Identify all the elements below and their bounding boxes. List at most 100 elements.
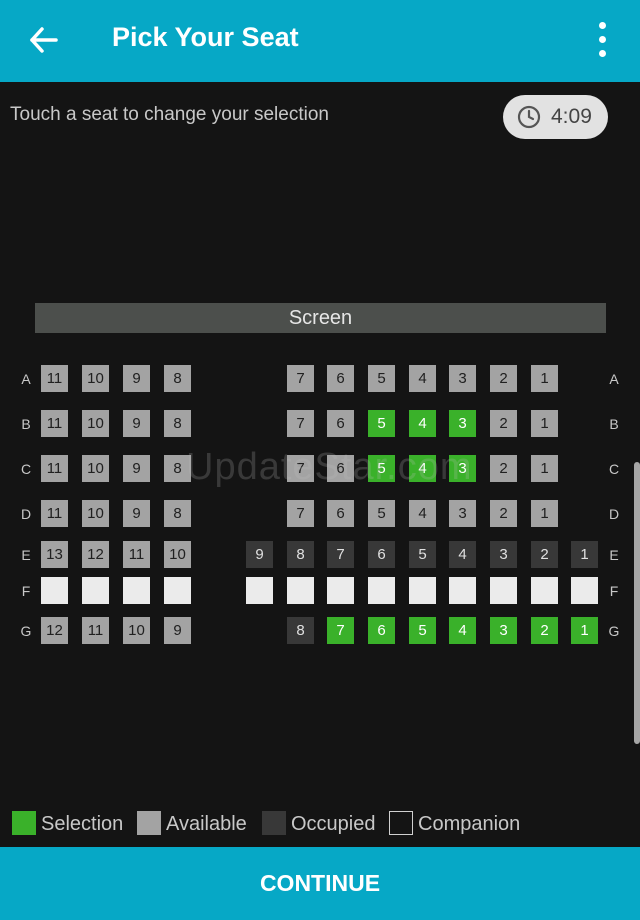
- seat-E-1[interactable]: 1: [571, 541, 598, 568]
- legend-swatch-occupied: [262, 811, 286, 835]
- seat-C-10[interactable]: 10: [82, 455, 109, 482]
- seat-C-11[interactable]: 11: [41, 455, 68, 482]
- seat-E-2[interactable]: 2: [531, 541, 558, 568]
- scrollbar[interactable]: [634, 462, 640, 744]
- seat-A-10[interactable]: 10: [82, 365, 109, 392]
- seat-F-r6[interactable]: [449, 577, 476, 604]
- seat-E-5[interactable]: 5: [409, 541, 436, 568]
- seat-F-r1[interactable]: [246, 577, 273, 604]
- seat-G-4[interactable]: 4: [449, 617, 476, 644]
- seat-D-7[interactable]: 7: [287, 500, 314, 527]
- seat-D-8[interactable]: 8: [164, 500, 191, 527]
- seat-A-8[interactable]: 8: [164, 365, 191, 392]
- seat-F-l4[interactable]: [164, 577, 191, 604]
- seat-A-9[interactable]: 9: [123, 365, 150, 392]
- seat-F-l1[interactable]: [41, 577, 68, 604]
- seat-G-6[interactable]: 6: [368, 617, 395, 644]
- cinema-screen: Screen: [35, 303, 606, 333]
- page-title: Pick Your Seat: [112, 22, 299, 52]
- seat-B-9[interactable]: 9: [123, 410, 150, 437]
- seat-E-9[interactable]: 9: [246, 541, 273, 568]
- seat-G-8[interactable]: 8: [287, 617, 314, 644]
- right-row-label-G: G: [608, 623, 620, 639]
- left-row-label-F: F: [21, 583, 31, 599]
- arrow-left-icon: [30, 27, 58, 53]
- seat-E-8[interactable]: 8: [287, 541, 314, 568]
- clock-icon: [517, 105, 541, 129]
- seat-E-3[interactable]: 3: [490, 541, 517, 568]
- seat-E-4[interactable]: 4: [449, 541, 476, 568]
- seat-C-2[interactable]: 2: [490, 455, 517, 482]
- seat-A-1[interactable]: 1: [531, 365, 558, 392]
- seat-A-2[interactable]: 2: [490, 365, 517, 392]
- seat-G-12[interactable]: 12: [41, 617, 68, 644]
- seat-F-l2[interactable]: [82, 577, 109, 604]
- instruction-text: Touch a seat to change your selection: [10, 104, 329, 125]
- seat-G-3[interactable]: 3: [490, 617, 517, 644]
- seat-D-5[interactable]: 5: [368, 500, 395, 527]
- seat-D-3[interactable]: 3: [449, 500, 476, 527]
- left-row-label-G: G: [20, 623, 32, 639]
- seat-D-1[interactable]: 1: [531, 500, 558, 527]
- seat-F-r4[interactable]: [368, 577, 395, 604]
- left-row-label-C: C: [20, 461, 32, 477]
- seat-F-r8[interactable]: [531, 577, 558, 604]
- seat-F-r7[interactable]: [490, 577, 517, 604]
- back-button[interactable]: [22, 20, 66, 60]
- seat-A-4[interactable]: 4: [409, 365, 436, 392]
- seat-G-2[interactable]: 2: [531, 617, 558, 644]
- seat-F-r2[interactable]: [287, 577, 314, 604]
- right-row-label-C: C: [608, 461, 620, 477]
- seat-G-5[interactable]: 5: [409, 617, 436, 644]
- right-row-label-E: E: [609, 547, 619, 563]
- left-row-label-A: A: [21, 371, 31, 387]
- seat-B-10[interactable]: 10: [82, 410, 109, 437]
- seat-B-3[interactable]: 3: [449, 410, 476, 437]
- seat-D-10[interactable]: 10: [82, 500, 109, 527]
- seat-E-12[interactable]: 12: [82, 541, 109, 568]
- seat-F-r5[interactable]: [409, 577, 436, 604]
- seat-B-1[interactable]: 1: [531, 410, 558, 437]
- seat-G-7[interactable]: 7: [327, 617, 354, 644]
- seat-D-2[interactable]: 2: [490, 500, 517, 527]
- legend-label: Available: [166, 813, 247, 835]
- seat-A-11[interactable]: 11: [41, 365, 68, 392]
- seat-B-2[interactable]: 2: [490, 410, 517, 437]
- seat-B-8[interactable]: 8: [164, 410, 191, 437]
- seat-G-11[interactable]: 11: [82, 617, 109, 644]
- seat-A-3[interactable]: 3: [449, 365, 476, 392]
- seat-F-r3[interactable]: [327, 577, 354, 604]
- timer-value: 4:09: [551, 105, 592, 128]
- seat-G-1[interactable]: 1: [571, 617, 598, 644]
- left-row-label-E: E: [21, 547, 31, 563]
- seat-F-r9[interactable]: [571, 577, 598, 604]
- seat-E-7[interactable]: 7: [327, 541, 354, 568]
- seat-A-5[interactable]: 5: [368, 365, 395, 392]
- seat-C-9[interactable]: 9: [123, 455, 150, 482]
- seat-B-7[interactable]: 7: [287, 410, 314, 437]
- seat-F-l3[interactable]: [123, 577, 150, 604]
- left-row-label-D: D: [20, 506, 32, 522]
- legend-swatch-available: [137, 811, 161, 835]
- seat-E-10[interactable]: 10: [164, 541, 191, 568]
- seat-B-4[interactable]: 4: [409, 410, 436, 437]
- seat-G-10[interactable]: 10: [123, 617, 150, 644]
- seat-E-13[interactable]: 13: [41, 541, 68, 568]
- seat-A-6[interactable]: 6: [327, 365, 354, 392]
- seat-E-6[interactable]: 6: [368, 541, 395, 568]
- right-row-label-B: B: [609, 416, 619, 432]
- seat-B-11[interactable]: 11: [41, 410, 68, 437]
- seat-B-6[interactable]: 6: [327, 410, 354, 437]
- seat-B-5[interactable]: 5: [368, 410, 395, 437]
- seat-D-11[interactable]: 11: [41, 500, 68, 527]
- seat-C-1[interactable]: 1: [531, 455, 558, 482]
- seat-D-4[interactable]: 4: [409, 500, 436, 527]
- seat-A-7[interactable]: 7: [287, 365, 314, 392]
- seat-D-6[interactable]: 6: [327, 500, 354, 527]
- seat-G-9[interactable]: 9: [164, 617, 191, 644]
- more-vert-icon[interactable]: [588, 18, 618, 62]
- continue-button[interactable]: CONTINUE: [0, 847, 640, 920]
- seat-D-9[interactable]: 9: [123, 500, 150, 527]
- legend-label: Selection: [41, 813, 124, 835]
- seat-E-11[interactable]: 11: [123, 541, 150, 568]
